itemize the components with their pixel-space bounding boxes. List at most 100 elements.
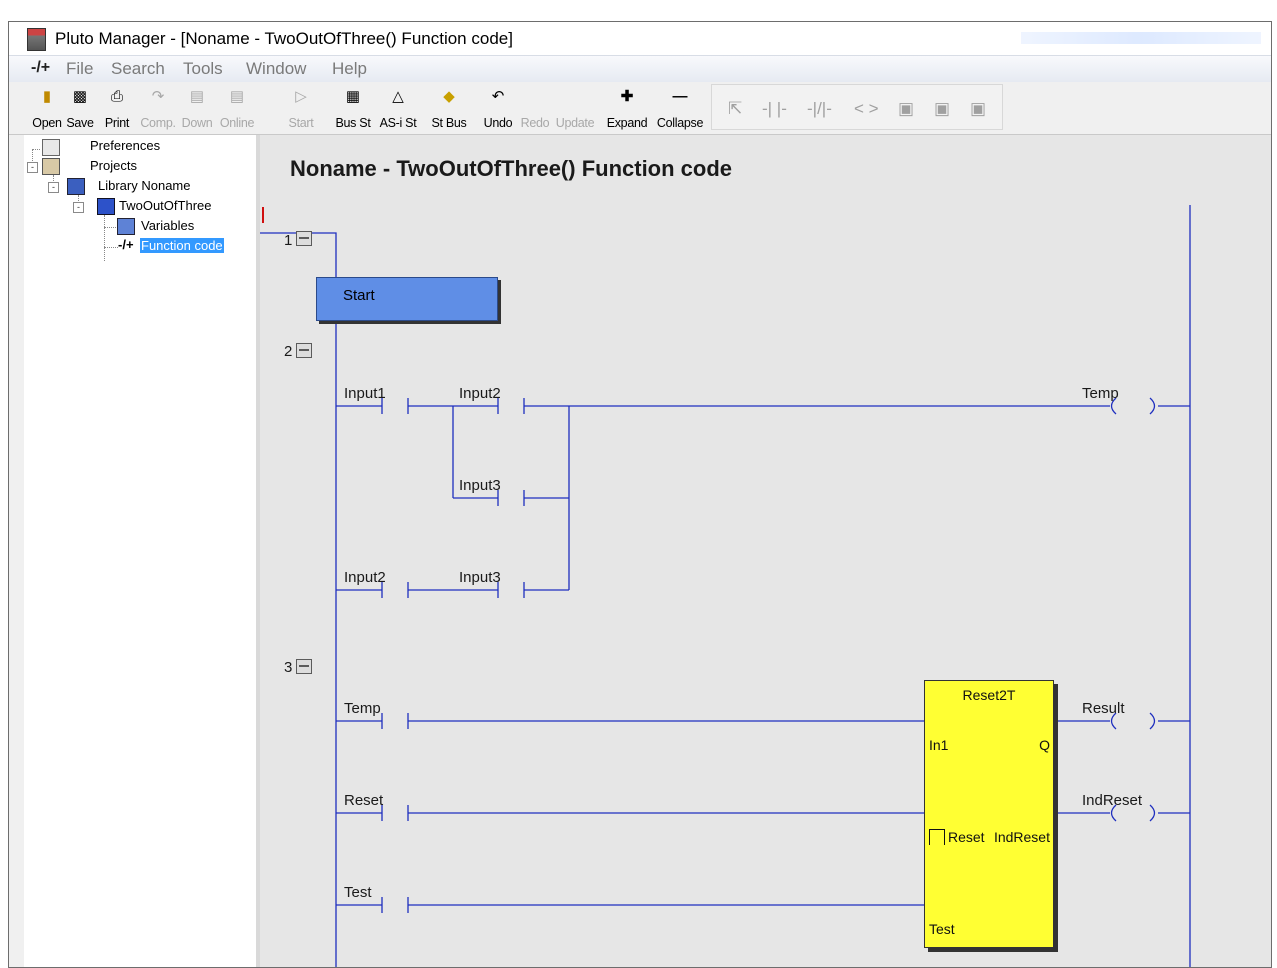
pin-q: Q [1039, 737, 1050, 753]
undo-arrow-icon: ↶ [491, 88, 505, 105]
function-block-reset2t[interactable]: Reset2T In1 Q Reset IndReset Test [924, 680, 1054, 948]
rung-number-1: 1 [284, 232, 293, 249]
update-label: Update [555, 116, 595, 130]
download-icon: ▤ [189, 88, 205, 105]
menu-search[interactable]: Search [111, 59, 165, 79]
contact-label[interactable]: Temp [344, 700, 381, 717]
coil-result-right [1149, 712, 1156, 730]
pin-in1: In1 [929, 737, 949, 753]
expand-button[interactable]: ✚ Expand [602, 82, 652, 132]
ladder-icon: -/+ [118, 237, 134, 252]
rung-1-collapse-button[interactable] [296, 231, 312, 246]
save-button[interactable]: ▩ Save [63, 82, 97, 132]
ladder-editor[interactable]: Noname - TwoOutOfThree() Function code 1… [260, 135, 1271, 967]
redo-button[interactable]: Redo [517, 82, 553, 132]
tree-item-projects[interactable]: Projects [90, 158, 137, 173]
start-block-label: Start [343, 287, 375, 304]
start-block[interactable]: Start [316, 277, 498, 321]
function-code-label: Function code [140, 238, 224, 253]
coil-label[interactable]: Result [1082, 700, 1125, 717]
download-button[interactable]: ▤ Down [179, 82, 215, 132]
redo-icon [524, 88, 546, 106]
print-button[interactable]: ⎙ Print [100, 82, 134, 132]
title-bar[interactable]: Pluto Manager - [Noname - TwoOutOfThree(… [9, 22, 1271, 55]
contact-no-tool-icon[interactable]: -| |- [762, 99, 787, 119]
pin-reset-label: Reset [948, 829, 985, 845]
coil-label[interactable]: IndReset [1082, 792, 1142, 809]
expand-label: Expand [606, 116, 648, 130]
asi-status-label: AS-i St [379, 116, 417, 130]
pointer-tool-icon[interactable]: ⇱ [728, 99, 742, 119]
minus-icon: — [672, 88, 688, 105]
tree-item-preferences[interactable]: Preferences [90, 138, 160, 153]
preferences-icon [42, 139, 60, 156]
start-button[interactable]: ▷ Start [283, 82, 319, 132]
tree-line [104, 227, 118, 228]
tree-line [104, 247, 118, 248]
contact-label[interactable]: Input2 [459, 385, 501, 402]
collapse-library-icon[interactable]: - [48, 182, 59, 193]
contact-label[interactable]: Input2 [344, 569, 386, 586]
play-icon: ▷ [295, 88, 307, 105]
collapse-projects-icon[interactable]: - [27, 162, 38, 173]
collapse-function-icon[interactable]: - [73, 202, 84, 213]
compile-label: Comp. [140, 116, 176, 130]
ladder-logo-icon[interactable]: -/+ [31, 59, 50, 77]
pin-reset: Reset [929, 829, 985, 845]
status-bus-button[interactable]: ◆ St Bus [428, 82, 470, 132]
menu-help[interactable]: Help [332, 59, 367, 79]
menu-file[interactable]: File [66, 59, 93, 79]
asi-status-icon: △ [392, 88, 404, 105]
contact-label[interactable]: Input1 [344, 385, 386, 402]
collapse-button[interactable]: — Collapse [653, 82, 707, 132]
online-icon: ▤ [229, 88, 245, 105]
plus-icon: ✚ [620, 88, 634, 105]
tree-line [104, 215, 105, 261]
start-label: Start [288, 116, 314, 130]
pin-indreset: IndReset [993, 829, 1050, 845]
online-button[interactable]: ▤ Online [216, 82, 258, 132]
contact-nc-tool-icon[interactable]: -|/|- [807, 99, 832, 119]
open-label: Open [32, 116, 62, 130]
window-title: Pluto Manager - [Noname - TwoOutOfThree(… [55, 29, 513, 48]
project-tree: Preferences - Projects - Library Noname … [24, 135, 260, 967]
tree-item-variables[interactable]: Variables [141, 218, 194, 233]
compile-icon: ↷ [151, 88, 165, 105]
asi-status-button[interactable]: △ AS-i St [375, 82, 421, 132]
update-button[interactable]: Update [551, 82, 599, 132]
menu-bar: -/+ File Search Tools Window Help [9, 55, 1271, 83]
contact-label[interactable]: Reset [344, 792, 383, 809]
coil-label[interactable]: Temp [1082, 385, 1119, 402]
open-button[interactable]: ▮ Open [29, 82, 65, 132]
library-icon [67, 178, 85, 195]
coil-tool-icon[interactable]: < > [854, 99, 879, 119]
print-label: Print [104, 116, 130, 130]
arith-block-tool-icon[interactable]: ▣ [970, 99, 986, 119]
save-label: Save [66, 116, 94, 130]
contact-label[interactable]: Test [344, 884, 372, 901]
rung-number-2: 2 [284, 343, 293, 360]
contact-label[interactable]: Input3 [459, 477, 501, 494]
tree-item-twooutofthree[interactable]: TwoOutOfThree [119, 198, 211, 213]
coil-temp-right [1149, 397, 1156, 415]
bus-status-label: Bus St [335, 116, 371, 130]
compile-button[interactable]: ↷ Comp. [138, 82, 178, 132]
menu-window[interactable]: Window [246, 59, 306, 79]
tree-item-function-code[interactable]: Function code [140, 238, 224, 253]
rung-3-collapse-button[interactable] [296, 659, 312, 674]
online-label: Online [219, 116, 255, 130]
bus-status-button[interactable]: ▦ Bus St [331, 82, 375, 132]
function-block-tool-icon[interactable]: ▣ [934, 99, 950, 119]
undo-button[interactable]: ↶ Undo [480, 82, 516, 132]
tree-item-library[interactable]: Library Noname [98, 178, 191, 193]
menu-tools[interactable]: Tools [183, 59, 223, 79]
timer-block-tool-icon[interactable]: ▣ [898, 99, 914, 119]
coil-indreset-right [1149, 804, 1156, 822]
variables-icon [117, 218, 135, 235]
rung-2-collapse-button[interactable] [296, 343, 312, 358]
contact-label[interactable]: Input3 [459, 569, 501, 586]
open-folder-icon: ▮ [42, 88, 52, 105]
bus-status-icon: ▦ [345, 88, 361, 105]
download-label: Down [181, 116, 213, 130]
redo-label: Redo [520, 116, 550, 130]
